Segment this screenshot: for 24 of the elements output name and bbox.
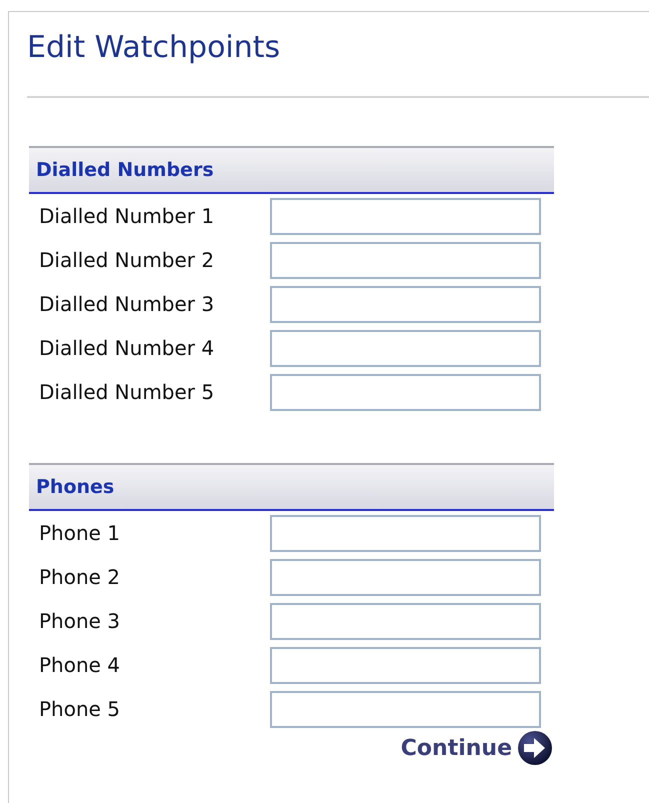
input-field[interactable]	[270, 286, 541, 322]
field-label: Dialled Number 3	[39, 291, 216, 318]
input-field[interactable]	[270, 198, 541, 234]
field-label: Phone 1	[39, 520, 122, 547]
field-label: Phone 3	[39, 608, 122, 635]
input-field[interactable]	[270, 602, 541, 640]
input-field[interactable]	[270, 646, 541, 684]
field-label: Dialled Number 1	[39, 203, 216, 230]
field-label: Dialled Number 2	[39, 247, 216, 274]
continue-button[interactable]: Continue	[400, 731, 552, 765]
input-field[interactable]	[270, 374, 541, 410]
input-field[interactable]	[270, 242, 541, 278]
section-header: Phones	[29, 463, 554, 511]
field-label: Dialled Number 5	[39, 379, 216, 406]
field-label: Phone 2	[39, 564, 122, 591]
input-field[interactable]	[270, 330, 541, 366]
input-field[interactable]	[270, 558, 541, 596]
page-title: Edit Watchpoints	[27, 30, 282, 66]
field-label: Phone 4	[39, 652, 122, 679]
input-field[interactable]	[270, 690, 541, 728]
field-label: Phone 5	[39, 696, 122, 723]
section-header: Dialled Numbers	[29, 146, 554, 194]
input-field[interactable]	[270, 514, 541, 552]
field-label: Dialled Number 4	[39, 335, 216, 362]
